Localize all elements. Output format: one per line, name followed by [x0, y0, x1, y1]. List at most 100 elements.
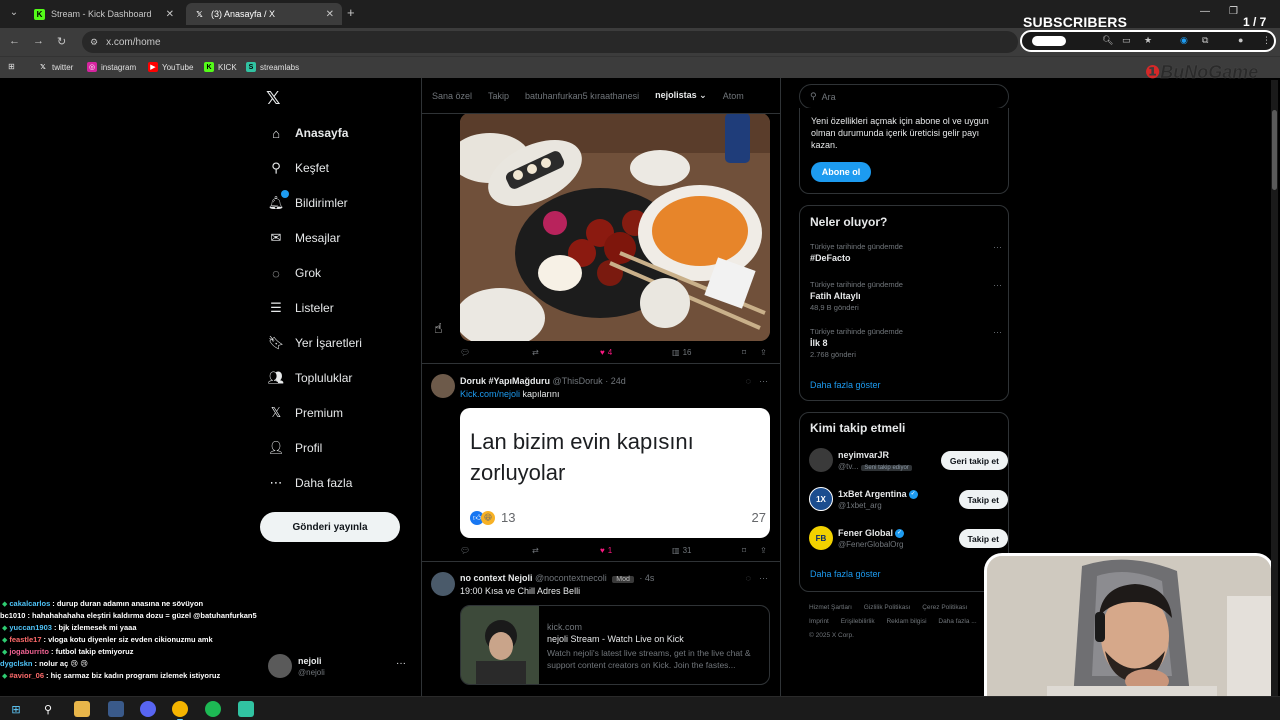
author-name[interactable]: Doruk #YapıMağduru	[460, 376, 550, 386]
tab-kick-dashboard[interactable]: K Stream - Kick Dashboard ✕	[26, 3, 182, 25]
link-preview-card[interactable]: kick.com nejoli Stream - Watch Live on K…	[460, 605, 770, 685]
trend-item[interactable]: Türkiye tarihinde gündemde #DeFacto ···	[810, 242, 1002, 263]
follow-suggestion[interactable]: 1X 1xBet Argentina ✓ @1xbet_arg Takip et	[809, 487, 1008, 513]
maximize-icon[interactable]: ❐	[1229, 6, 1238, 17]
nav-profile[interactable]: 👤︎ Profil	[268, 440, 323, 456]
nav-home[interactable]: ⌂ Anasayfa	[268, 125, 348, 141]
nav-messages[interactable]: ✉ Mesajlar	[268, 230, 341, 246]
bookmark-streamlabs[interactable]: S streamlabs	[246, 62, 299, 72]
avatar[interactable]: FB	[809, 526, 833, 550]
bookmark-icon[interactable]: ⌑	[742, 348, 746, 357]
like-icon[interactable]: ♥ 1	[600, 546, 612, 555]
post-button[interactable]: Gönderi yayınla	[260, 512, 400, 542]
footer-link[interactable]: Daha fazla ...	[938, 618, 976, 625]
address-bar[interactable]: ⚙ x.com/home	[82, 31, 1018, 53]
close-tab-icon[interactable]: ✕	[166, 9, 174, 20]
streaming-app-icon[interactable]	[238, 701, 254, 717]
tab-list-nejolistas[interactable]: nejolistas ⌄	[655, 90, 707, 101]
author-handle[interactable]: @ThisDoruk	[553, 376, 603, 386]
views-icon[interactable]: ▥ 16	[672, 348, 691, 357]
post-image[interactable]	[460, 113, 770, 341]
bookmark-twitter[interactable]: 𝕏 twitter	[38, 62, 73, 72]
footer-link[interactable]: Çerez Politikası	[922, 604, 967, 611]
forward-icon[interactable]: →	[33, 35, 44, 47]
bookmark-icon[interactable]: ⌑	[742, 546, 746, 555]
show-more-link[interactable]: Daha fazla göster	[810, 569, 881, 579]
footer-link[interactable]: Gizlilik Politikası	[864, 604, 911, 611]
footer-link[interactable]: Erişilebilirlik	[841, 618, 875, 625]
windows-start-icon[interactable]: ⊞	[8, 701, 24, 717]
site-info-icon[interactable]: ⚙	[90, 37, 98, 48]
subscribe-button[interactable]: Abone ol	[811, 162, 871, 182]
chrome-icon[interactable]	[172, 701, 188, 720]
avatar[interactable]	[809, 448, 833, 472]
footer-link[interactable]: Imprint	[809, 618, 829, 625]
reply-icon[interactable]: 💬︎	[460, 546, 473, 555]
nav-grok[interactable]: ◌ Grok	[268, 265, 321, 281]
more-icon[interactable]: ···	[993, 327, 1002, 337]
back-icon[interactable]: ←	[9, 35, 20, 47]
nav-notifications[interactable]: 🔔︎ Bildirimler	[268, 190, 348, 211]
tab-search-icon[interactable]: ⌄	[6, 5, 22, 21]
follow-back-button[interactable]: Geri takip et	[940, 451, 1008, 470]
search-icon[interactable]: ⚲	[40, 701, 56, 717]
page-scrollbar[interactable]	[1271, 80, 1278, 696]
cast-icon[interactable]: ▭	[1122, 35, 1131, 46]
nav-explore[interactable]: ⚲ Keşfet	[268, 160, 329, 176]
apps-icon[interactable]: ⊞	[8, 62, 15, 71]
spotify-icon[interactable]	[205, 701, 221, 717]
repost-icon[interactable]: ⇄	[532, 546, 542, 555]
like-icon[interactable]: ♥ 4	[600, 348, 612, 357]
scrollbar-thumb[interactable]	[1272, 110, 1277, 190]
star-icon[interactable]: ★	[1144, 35, 1152, 46]
zoom-icon[interactable]: 🔍︎	[1102, 35, 1113, 46]
more-icon[interactable]: ···	[993, 280, 1002, 290]
nav-more[interactable]: ⋯ Daha fazla	[268, 475, 353, 491]
views-icon[interactable]: ▥ 31	[672, 546, 691, 555]
footer-link[interactable]: Reklam bilgisi	[886, 618, 926, 625]
repost-icon[interactable]: ⇄	[532, 348, 542, 357]
app-icon[interactable]	[108, 701, 124, 717]
bookmark-youtube[interactable]: ▶ YouTube	[148, 62, 193, 72]
post-time[interactable]: · 24d	[605, 376, 626, 386]
post-link[interactable]: Kick.com/nejoli	[460, 389, 520, 399]
tab-x-home[interactable]: 𝕏 (3) Anasayfa / X ✕	[186, 3, 342, 25]
discord-icon[interactable]	[140, 701, 156, 717]
avatar[interactable]: 1X	[809, 487, 833, 511]
author-handle[interactable]: @nocontextnecoli	[535, 573, 607, 583]
trend-item[interactable]: Türkiye tarihinde gündemde Fatih Altaylı…	[810, 280, 1002, 312]
extension-icon[interactable]: ◉	[1180, 35, 1188, 46]
post-time[interactable]: · 4s	[639, 573, 654, 583]
share-icon[interactable]: ⇪	[760, 546, 767, 555]
tab-following[interactable]: Takip	[488, 91, 509, 101]
nav-premium[interactable]: 𝕏 Premium	[268, 405, 343, 421]
tab-for-you[interactable]: Sana özel	[432, 91, 472, 101]
nav-bookmarks[interactable]: 🔖︎ Yer İşaretleri	[268, 335, 362, 351]
post[interactable]: 💬︎ ⇄ ♥ 4 ▥ 16 ⌑ ⇪	[422, 78, 780, 364]
follow-suggestion[interactable]: FB Fener Global ✓ @FenerGlobalOrg Takip e…	[809, 526, 1008, 552]
trend-item[interactable]: Türkiye tarihinde gündemde İlk 8 2.768 g…	[810, 327, 1002, 359]
close-tab-icon[interactable]: ✕	[326, 9, 334, 20]
more-icon[interactable]: ···	[993, 242, 1002, 252]
bookmark-instagram[interactable]: ◎ instagram	[87, 62, 136, 72]
menu-icon[interactable]: ⋮	[1262, 35, 1271, 46]
x-logo-icon[interactable]: 𝕏	[266, 88, 281, 109]
tab-list-kiraathanesi[interactable]: batuhanfurkan5 kıraathanesi	[525, 91, 639, 101]
reply-icon[interactable]: 💬︎	[460, 348, 473, 357]
avatar[interactable]	[431, 374, 455, 398]
follow-button[interactable]: Takip et	[958, 529, 1008, 548]
more-icon[interactable]: ···	[759, 376, 768, 386]
nav-lists[interactable]: ☰ Listeler	[268, 300, 334, 316]
file-explorer-icon[interactable]	[74, 701, 90, 717]
tab-atom[interactable]: Atom	[723, 91, 744, 101]
puzzle-icon[interactable]: ⧉	[1202, 35, 1208, 46]
search-input[interactable]: ⚲ Ara	[799, 84, 1009, 109]
avatar[interactable]	[431, 572, 455, 596]
minimize-icon[interactable]: —	[1200, 6, 1210, 17]
follow-suggestion[interactable]: neyimvarJR @tv... Seni takip ediyor Geri …	[809, 448, 1008, 474]
more-icon[interactable]: ···	[759, 573, 768, 583]
bookmark-kick[interactable]: K KICK	[204, 62, 237, 72]
grok-icon[interactable]: ◌	[746, 573, 751, 583]
new-tab-icon[interactable]: +	[347, 5, 355, 20]
nav-communities[interactable]: 👥︎ Topluluklar	[268, 370, 353, 386]
